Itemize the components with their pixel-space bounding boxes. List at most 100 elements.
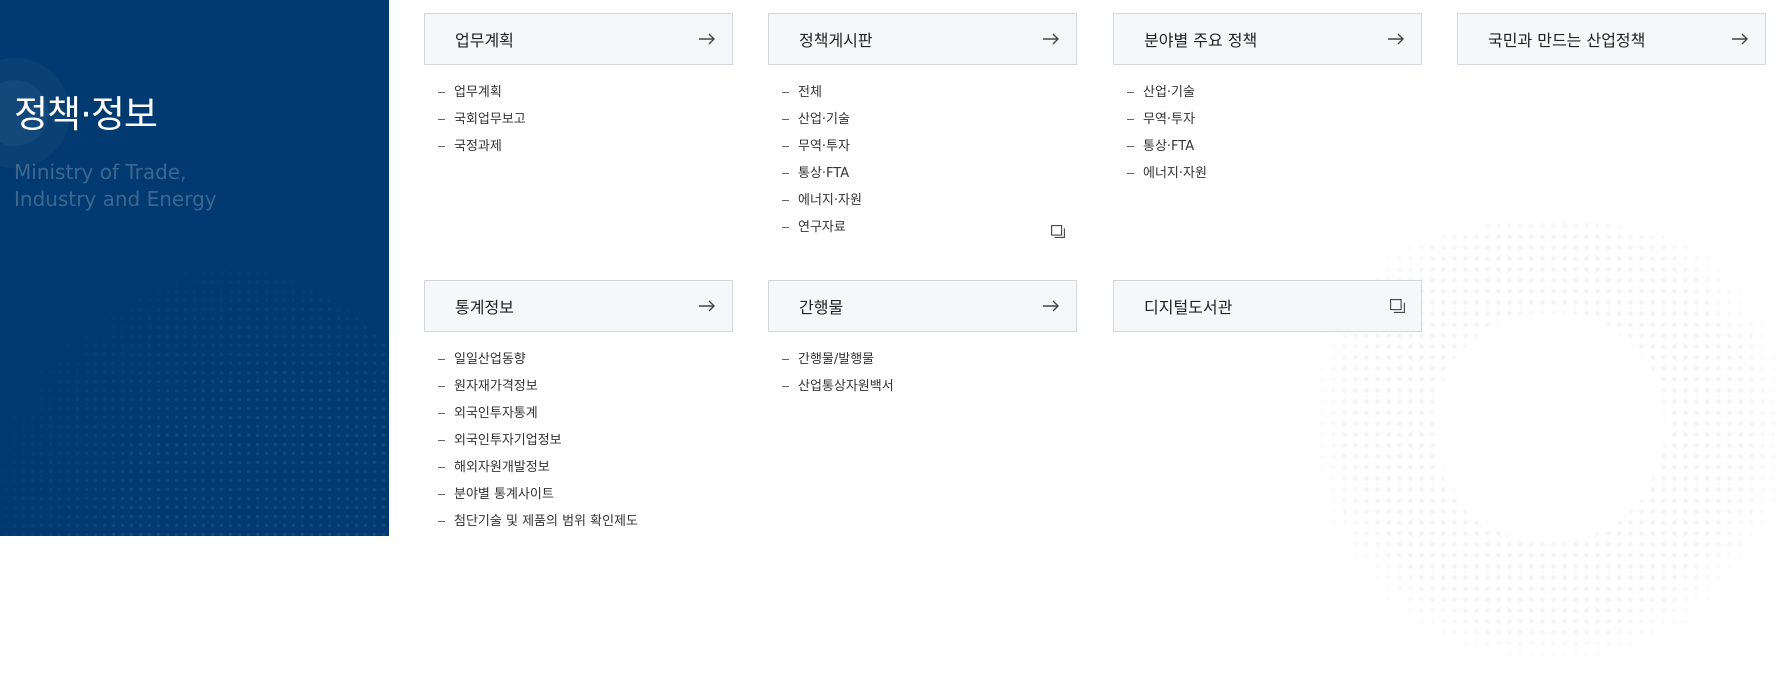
- section-link-list: 일일산업동향 원자재가격정보 외국인투자통계 외국인투자기업정보 해외자원개발정…: [424, 346, 733, 535]
- section-header-public-industry-policy[interactable]: 국민과 만드는 산업정책: [1457, 13, 1766, 65]
- link-label: 통상·FTA: [1143, 139, 1195, 154]
- decorative-dot-pattern: [0, 260, 389, 536]
- new-window-icon: [1051, 221, 1065, 248]
- section-header-work-plan[interactable]: 업무계획: [424, 13, 733, 65]
- dash-bullet: [438, 413, 445, 414]
- section-header-digital-library[interactable]: 디지털도서관: [1113, 280, 1422, 332]
- list-item-link[interactable]: 원자재가격정보: [424, 373, 733, 400]
- link-label: 국회업무보고: [454, 112, 526, 127]
- page-title: 정책·정보: [14, 93, 158, 136]
- link-label: 연구자료: [798, 220, 846, 235]
- link-label: 간행물/발행물: [798, 352, 875, 367]
- section-key-policies: 분야별 주요 정책 산업·기술 무역·투자 통상·FTA 에너지·자원: [1113, 13, 1422, 187]
- list-item-link[interactable]: 산업·기술: [1113, 79, 1422, 106]
- arrow-right-icon: [1042, 300, 1060, 312]
- sidebar-panel: 정책·정보 Ministry of Trade, Industry and En…: [0, 0, 389, 536]
- link-label: 외국인투자통계: [454, 406, 538, 421]
- section-work-plan: 업무계획 업무계획 국회업무보고 국정과제: [424, 13, 733, 160]
- dash-bullet: [1127, 173, 1134, 174]
- section-publications: 간행물 간행물/발행물 산업통상자원백서: [768, 280, 1077, 400]
- list-item-link[interactable]: 통상·FTA: [768, 160, 1077, 187]
- dash-bullet: [782, 386, 789, 387]
- section-public-industry-policy: 국민과 만드는 산업정책: [1457, 13, 1766, 65]
- dash-bullet: [438, 119, 445, 120]
- link-label: 산업·기술: [798, 112, 850, 127]
- link-label: 원자재가격정보: [454, 379, 538, 394]
- list-item-link[interactable]: 무역·투자: [1113, 106, 1422, 133]
- dash-bullet: [1127, 146, 1134, 147]
- section-link-list: 산업·기술 무역·투자 통상·FTA 에너지·자원: [1113, 79, 1422, 187]
- link-label: 에너지·자원: [798, 193, 862, 208]
- link-label: 일일산업동향: [454, 352, 526, 367]
- list-item-link[interactable]: 산업·기술: [768, 106, 1077, 133]
- section-header-policy-board[interactable]: 정책게시판: [768, 13, 1077, 65]
- list-item-link[interactable]: 국정과제: [424, 133, 733, 160]
- list-item-link[interactable]: 통상·FTA: [1113, 133, 1422, 160]
- list-item-link-external[interactable]: 연구자료: [768, 214, 1077, 241]
- list-item-link[interactable]: 국회업무보고: [424, 106, 733, 133]
- link-label: 전체: [798, 85, 822, 100]
- link-label: 첨단기술 및 제품의 범위 확인제도: [454, 514, 638, 529]
- link-label: 국정과제: [454, 139, 502, 154]
- list-item-link[interactable]: 전체: [768, 79, 1077, 106]
- section-statistics: 통계정보 일일산업동향 원자재가격정보 외국인투자통계 외국인투자기업정보 해외…: [424, 280, 733, 535]
- list-item-link[interactable]: 해외자원개발정보: [424, 454, 733, 481]
- section-title: 간행물: [799, 298, 844, 317]
- list-item-link[interactable]: 에너지·자원: [768, 187, 1077, 214]
- list-item-link[interactable]: 첨단기술 및 제품의 범위 확인제도: [424, 508, 733, 535]
- list-item-link[interactable]: 분야별 통계사이트: [424, 481, 733, 508]
- dash-bullet: [782, 119, 789, 120]
- dash-bullet: [438, 386, 445, 387]
- section-header-statistics[interactable]: 통계정보: [424, 280, 733, 332]
- section-link-list: 전체 산업·기술 무역·투자 통상·FTA 에너지·자원 연구자료: [768, 79, 1077, 241]
- link-label: 업무계획: [454, 85, 502, 100]
- ministry-name: Ministry of Trade, Industry and Energy: [14, 159, 354, 213]
- dash-bullet: [782, 200, 789, 201]
- link-label: 외국인투자기업정보: [454, 433, 562, 448]
- dash-bullet: [782, 359, 789, 360]
- list-item-link[interactable]: 일일산업동향: [424, 346, 733, 373]
- section-header-key-policies[interactable]: 분야별 주요 정책: [1113, 13, 1422, 65]
- list-item-link[interactable]: 외국인투자기업정보: [424, 427, 733, 454]
- dash-bullet: [782, 92, 789, 93]
- dash-bullet: [782, 173, 789, 174]
- dash-bullet: [438, 440, 445, 441]
- ministry-name-line2: Industry and Energy: [14, 187, 217, 211]
- arrow-right-icon: [698, 33, 716, 45]
- section-title: 통계정보: [455, 298, 514, 317]
- section-digital-library: 디지털도서관: [1113, 280, 1422, 332]
- link-label: 무역·투자: [798, 139, 850, 154]
- dash-bullet: [438, 146, 445, 147]
- link-label: 무역·투자: [1143, 112, 1195, 127]
- link-label: 산업·기술: [1143, 85, 1195, 100]
- list-item-link[interactable]: 업무계획: [424, 79, 733, 106]
- section-title: 업무계획: [455, 31, 514, 50]
- section-title: 국민과 만드는 산업정책: [1488, 31, 1646, 50]
- ministry-name-line1: Ministry of Trade,: [14, 160, 187, 184]
- dash-bullet: [1127, 92, 1134, 93]
- link-label: 산업통상자원백서: [798, 379, 894, 394]
- list-item-link[interactable]: 무역·투자: [768, 133, 1077, 160]
- list-item-link[interactable]: 에너지·자원: [1113, 160, 1422, 187]
- section-link-list: 업무계획 국회업무보고 국정과제: [424, 79, 733, 160]
- section-title: 디지털도서관: [1144, 298, 1233, 317]
- list-item-link[interactable]: 산업통상자원백서: [768, 373, 1077, 400]
- list-item-link[interactable]: 외국인투자통계: [424, 400, 733, 427]
- link-label: 해외자원개발정보: [454, 460, 550, 475]
- section-header-publications[interactable]: 간행물: [768, 280, 1077, 332]
- section-link-list: 간행물/발행물 산업통상자원백서: [768, 346, 1077, 400]
- arrow-right-icon: [698, 300, 716, 312]
- dash-bullet: [438, 92, 445, 93]
- section-policy-board: 정책게시판 전체 산업·기술 무역·투자 통상·FTA 에너지·자원 연구자료: [768, 13, 1077, 241]
- list-item-link[interactable]: 간행물/발행물: [768, 346, 1077, 373]
- link-label: 분야별 통계사이트: [454, 487, 554, 502]
- dash-bullet: [782, 227, 789, 228]
- section-title: 정책게시판: [799, 31, 873, 50]
- dash-bullet: [438, 467, 445, 468]
- section-title: 분야별 주요 정책: [1144, 31, 1258, 50]
- dash-bullet: [438, 494, 445, 495]
- link-label: 통상·FTA: [798, 166, 850, 181]
- dash-bullet: [438, 359, 445, 360]
- new-window-icon: [1390, 299, 1405, 313]
- dash-bullet: [438, 521, 445, 522]
